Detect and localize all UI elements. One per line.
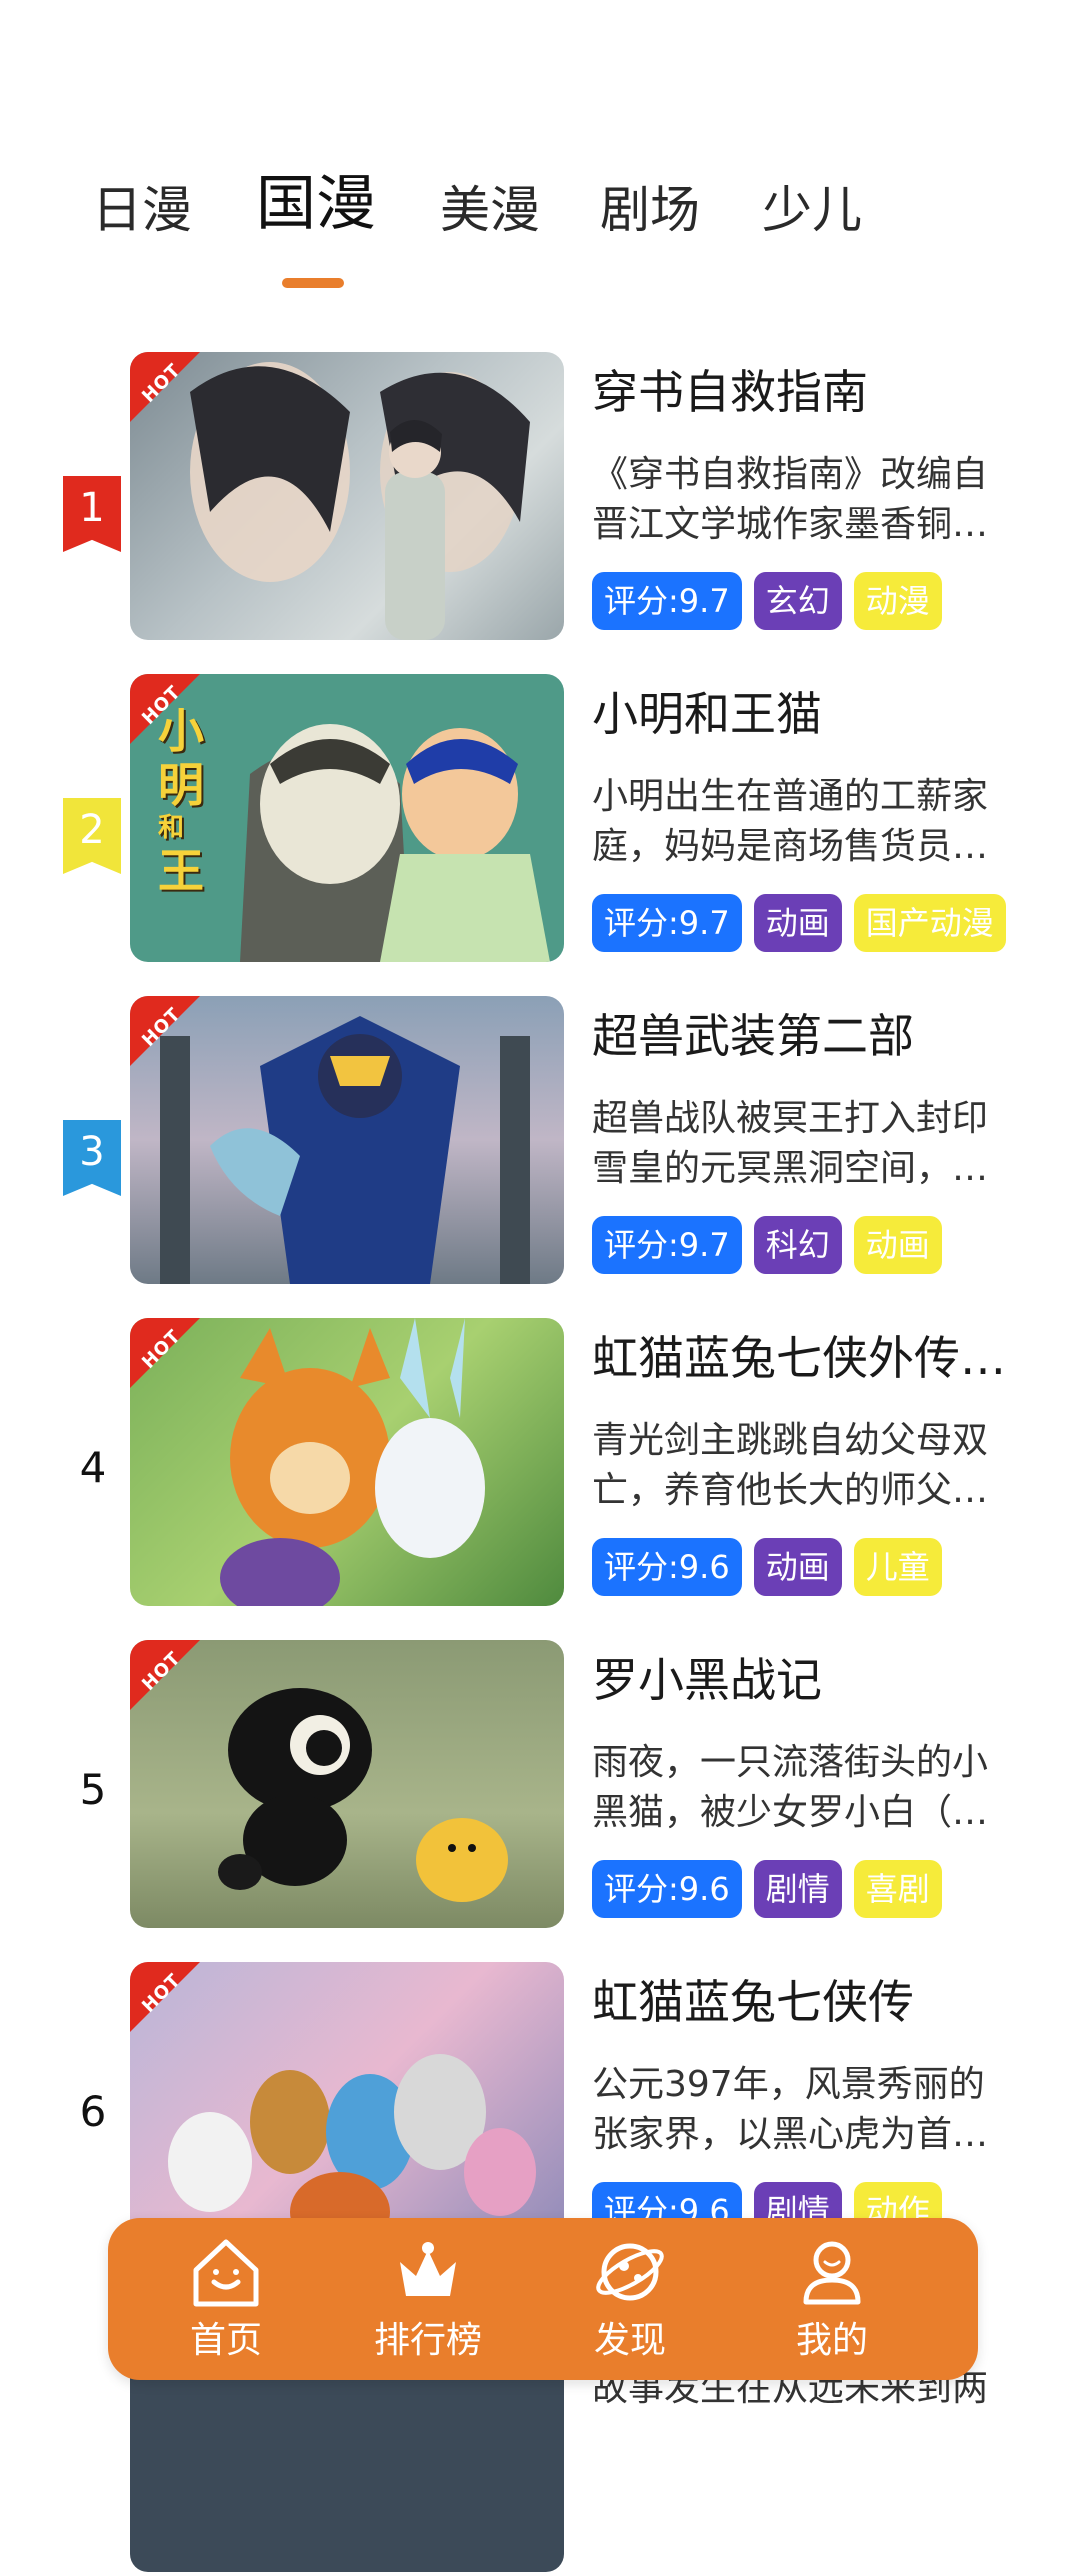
tab-japanese[interactable]: 日漫 [92, 170, 192, 250]
item-tags: 评分:9.6 动画 儿童 [592, 1538, 954, 1596]
list-item[interactable]: 2 小 明 和 王 HOT 小明和王猫 小明出生在普通的工薪家庭，妈妈是商场售货… [0, 674, 1080, 966]
list-item[interactable]: 5 HOT 罗小黑战记 雨夜，一只流落街头的小黑猫，被少女罗小白（… 评分:9.… [0, 1640, 1080, 1932]
score-tag: 评分:9.7 [592, 1216, 742, 1274]
item-description: 小明出生在普通的工薪家庭，妈妈是商场售货员，爸爸是工人 [592, 776, 989, 867]
rank-number: 5 [79, 1765, 107, 1814]
item-title: 超兽武装第二部 [592, 1009, 914, 1063]
item-description: 雨夜，一只流落街头的小黑猫，被少女罗小白（… [592, 1742, 989, 1833]
score-tag: 评分:9.7 [592, 572, 742, 630]
score-tag: 评分:9.6 [592, 1538, 742, 1596]
planet-icon [596, 2243, 664, 2301]
list-item[interactable]: 3 HOT 超兽武装第二部 超兽战队被冥王打入封印雪皇的元冥黑洞空间，开始了新的… [0, 996, 1080, 1288]
genre-tag: 动画 [753, 894, 842, 952]
cover-image[interactable]: HOT [130, 1318, 564, 1606]
item-title: 虹猫蓝兔七侠传 [592, 1975, 914, 2029]
nav-ranking-label: 排行榜 [373, 2320, 482, 2361]
nav-home[interactable]: 首页 [146, 2232, 306, 2372]
rank-badge: 1 [63, 476, 121, 552]
score-tag: 评分:9.7 [592, 894, 742, 952]
cover-image[interactable]: HOT [130, 1962, 564, 2250]
category-tag: 喜剧 [853, 1860, 942, 1918]
item-title: 小明和王猫 [592, 687, 822, 741]
list-item[interactable]: 6 HOT 虹猫蓝兔七侠传 公元397年，风景秀丽的张家界，以黑心虎为首的魔教 … [0, 1962, 1080, 2254]
item-title: 罗小黑战记 [592, 1653, 822, 1707]
rank-badge: 2 [63, 798, 121, 874]
tab-american[interactable]: 美漫 [440, 170, 540, 250]
cover-image[interactable]: HOT [130, 1640, 564, 1928]
cover-image[interactable]: HOT [130, 352, 564, 640]
category-tag: 动画 [853, 1216, 942, 1274]
item-description: 超兽战队被冥王打入封印雪皇的元冥黑洞空间，开始了新的冒险 [592, 1098, 989, 1189]
home-icon [193, 2239, 259, 2307]
category-tag: 国产动漫 [853, 894, 1006, 952]
item-tags: 评分:9.7 科幻 动画 [592, 1216, 954, 1274]
nav-ranking[interactable]: 排行榜 [348, 2232, 508, 2372]
category-tabs: 日漫 国漫 美漫 剧场 少儿 [0, 169, 1080, 290]
tab-chinese[interactable]: 国漫 [256, 164, 376, 244]
nav-discover-label: 发现 [593, 2320, 666, 2361]
category-tag: 儿童 [853, 1538, 942, 1596]
rank-badge: 3 [63, 1120, 121, 1196]
item-tags: 评分:9.7 动画 国产动漫 [592, 894, 1018, 952]
item-description: 公元397年，风景秀丽的张家界，以黑心虎为首的魔教 [592, 2064, 989, 2155]
genre-tag: 玄幻 [753, 572, 842, 630]
item-title: 虹猫蓝兔七侠外传… [592, 1331, 1006, 1385]
nav-profile-label: 我的 [795, 2320, 868, 2361]
item-description: 《穿书自救指南》改编自晋江文学城作家墨香铜臭的同名小说 [592, 454, 989, 545]
rank-number: 6 [79, 2087, 107, 2136]
genre-tag: 剧情 [753, 1860, 842, 1918]
list-item[interactable]: 4 HOT 虹猫蓝兔七侠外传… 青光剑主跳跳自幼父母双亡，养育他长大的师父是一位… [0, 1318, 1080, 1610]
item-title: 穿书自救指南 [592, 365, 868, 419]
item-tags: 评分:9.6 剧情 喜剧 [592, 1860, 954, 1918]
tab-kids[interactable]: 少儿 [762, 170, 862, 250]
crown-icon [400, 2242, 456, 2296]
nav-home-label: 首页 [189, 2320, 262, 2361]
nav-profile[interactable]: 我的 [752, 2232, 912, 2372]
item-description: 青光剑主跳跳自幼父母双亡，养育他长大的师父是一位隐士 [592, 1420, 989, 1511]
genre-tag: 科幻 [753, 1216, 842, 1274]
category-tag: 动漫 [853, 572, 942, 630]
bottom-nav-bar: 首页 排行榜 发现 我的 [108, 2218, 978, 2380]
nav-discover[interactable]: 发现 [550, 2232, 710, 2372]
score-tag: 评分:9.6 [592, 1860, 742, 1918]
item-tags: 评分:9.7 玄幻 动漫 [592, 572, 954, 630]
list-item[interactable]: 1 HOT 穿书自救指南 《穿书自救指南》改编自晋江文学城作家墨香铜臭的同名小说… [0, 352, 1080, 644]
tab-theater[interactable]: 剧场 [600, 170, 700, 250]
cover-image[interactable]: HOT [130, 996, 564, 1284]
genre-tag: 动画 [753, 1538, 842, 1596]
user-icon [803, 2241, 861, 2305]
rank-number: 4 [79, 1443, 107, 1492]
cover-image[interactable]: 小 明 和 王 HOT [130, 674, 564, 962]
tab-active-indicator [282, 278, 344, 288]
